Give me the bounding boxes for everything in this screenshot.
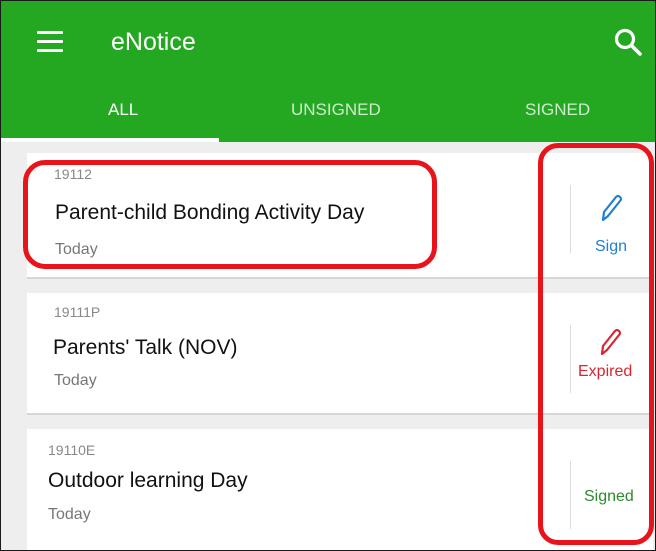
notice-title: Outdoor learning Day — [48, 469, 248, 492]
pencil-icon[interactable] — [599, 193, 623, 223]
notice-id: 19111P — [54, 304, 101, 320]
pencil-icon — [600, 328, 622, 356]
notice-title: Parents' Talk (NOV) — [53, 336, 238, 359]
notice-date: Today — [55, 241, 98, 258]
notice-date: Today — [54, 372, 97, 389]
notice-date: Today — [48, 506, 91, 523]
card-divider — [570, 185, 571, 253]
tab-unsigned[interactable]: UNSIGNED — [291, 99, 381, 121]
sign-action[interactable]: Sign — [595, 238, 627, 256]
notice-id: 19112 — [54, 166, 92, 182]
notice-card[interactable]: 19111P Parents' Talk (NOV) Today Expired — [27, 293, 653, 415]
signed-status: Signed — [584, 488, 634, 505]
menu-icon[interactable] — [37, 31, 63, 53]
tab-all[interactable]: ALL — [108, 99, 138, 121]
notice-card[interactable]: 19112 Parent-child Bonding Activity Day … — [27, 153, 653, 279]
expired-status: Expired — [578, 363, 633, 380]
phone-screen: eNotice ALL UNSIGNED SIGNED 19112 Parent… — [0, 0, 656, 551]
search-icon[interactable] — [613, 27, 643, 57]
notice-title: Parent-child Bonding Activity Day — [55, 201, 365, 224]
selected-tab-indicator — [1, 138, 219, 142]
notice-card[interactable]: 19110E Outdoor learning Day Today Signed — [27, 429, 653, 550]
card-divider — [570, 461, 571, 529]
card-divider — [570, 325, 571, 393]
app-bar: eNotice ALL UNSIGNED SIGNED — [1, 1, 655, 142]
app-title: eNotice — [111, 28, 196, 56]
tab-signed[interactable]: SIGNED — [525, 99, 590, 121]
notice-id: 19110E — [48, 442, 96, 458]
